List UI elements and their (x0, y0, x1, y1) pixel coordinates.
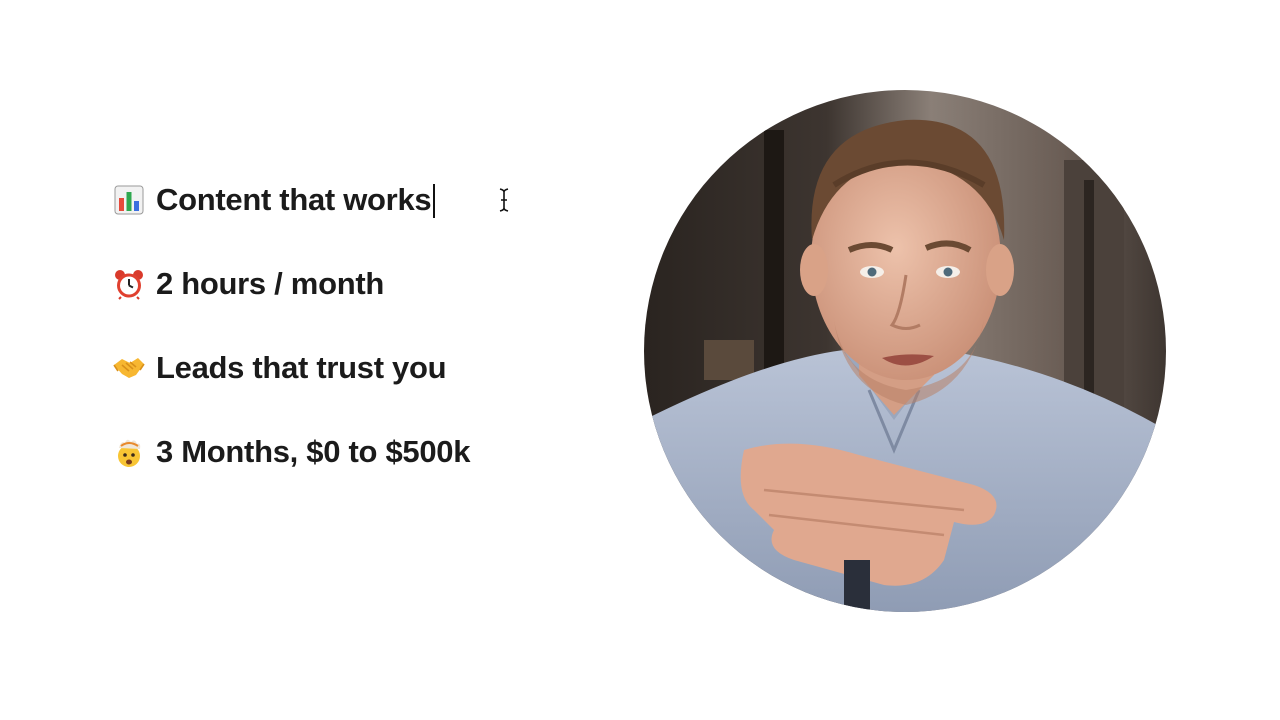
editor-line-2[interactable]: 2 hours / month (112, 264, 384, 304)
editor-line-4[interactable]: 3 Months, $0 to $500k (112, 432, 470, 472)
text-caret (433, 184, 436, 219)
bar-chart-icon (112, 183, 146, 217)
handshake-icon (112, 351, 146, 385)
presenter-illustration (644, 90, 1166, 612)
line-text-content: Content that works (156, 181, 432, 217)
alarm-clock-icon (112, 267, 146, 301)
editor-line-1[interactable]: Content that works (112, 180, 436, 220)
editor-line-text[interactable]: 2 hours / month (156, 266, 384, 302)
exploding-head-icon (112, 435, 146, 469)
editor-line-text[interactable]: Content that works (156, 181, 436, 219)
editor-line-text[interactable]: Leads that trust you (156, 350, 447, 386)
text-cursor-ibeam-icon (499, 188, 509, 212)
presenter-video-circle (644, 90, 1166, 612)
text-editor[interactable]: Content that works 2 hours / month Leads… (0, 0, 640, 720)
editor-line-3[interactable]: Leads that trust you (112, 348, 447, 388)
editor-line-text[interactable]: 3 Months, $0 to $500k (156, 434, 470, 470)
